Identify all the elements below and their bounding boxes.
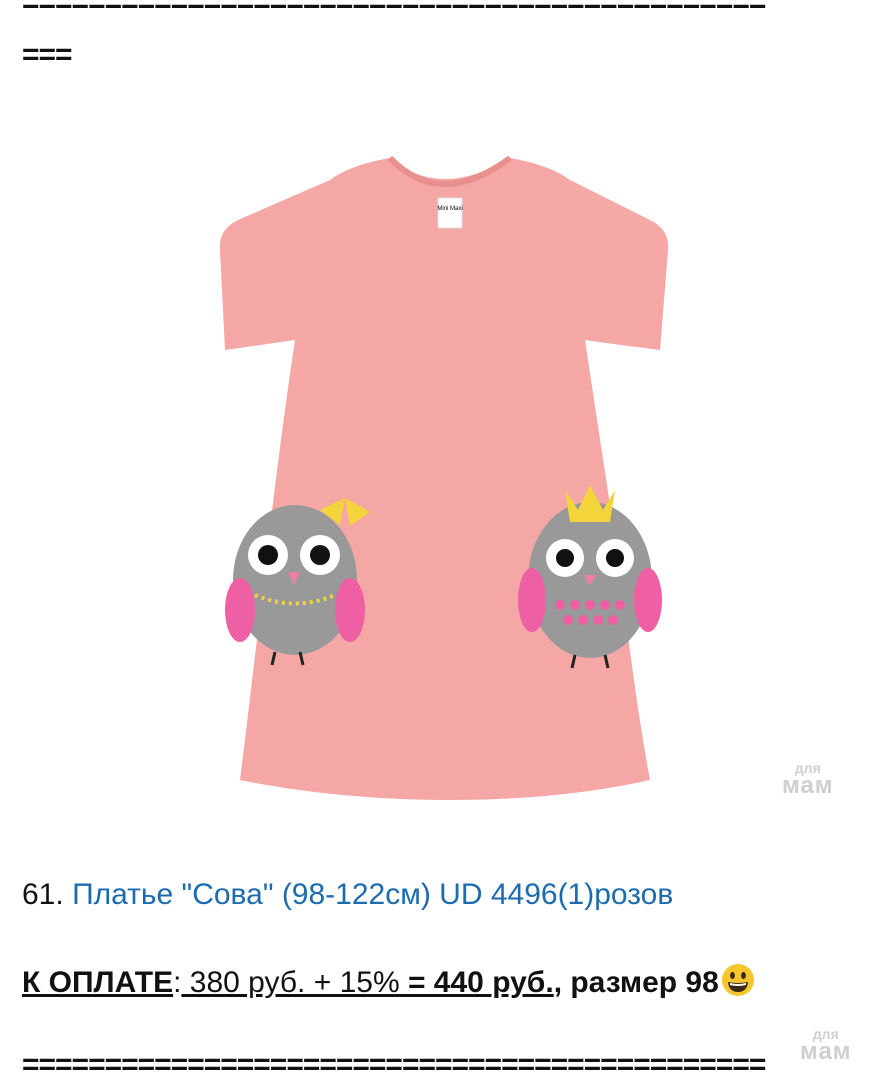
payment-calc: 380 руб. + 15% <box>181 966 408 999</box>
payment-total: = 440 руб. <box>407 966 554 999</box>
separator-bottom: ========================================… <box>22 1048 766 1081</box>
watermark-logo-2: для мам <box>800 1027 852 1065</box>
item-title-link[interactable]: Платье "Сова" (98-122см) UD 4496(1)розов <box>72 878 673 911</box>
dress-label-text: Mini Maxi <box>437 206 462 212</box>
payment-line: К ОПЛАТЕ: 380 руб. + 15% = 440 руб., раз… <box>22 963 755 1000</box>
payment-label: К ОПЛАТЕ <box>22 966 174 999</box>
watermark-big-text: мам <box>782 771 834 799</box>
item-line: 61. Платье "Сова" (98-122см) UD 4496(1)р… <box>22 878 673 912</box>
grinning-face-icon <box>721 963 755 997</box>
separator-top-1: ========================================… <box>22 0 766 19</box>
item-number: 61. <box>22 878 64 911</box>
product-image-dress[interactable]: Mini Maxi <box>180 140 700 820</box>
separator-top-2: === <box>22 38 73 71</box>
watermark-big-text: мам <box>800 1037 852 1065</box>
payment-size: , размер 98 <box>553 966 719 999</box>
watermark-logo-1: для мам <box>782 761 834 799</box>
